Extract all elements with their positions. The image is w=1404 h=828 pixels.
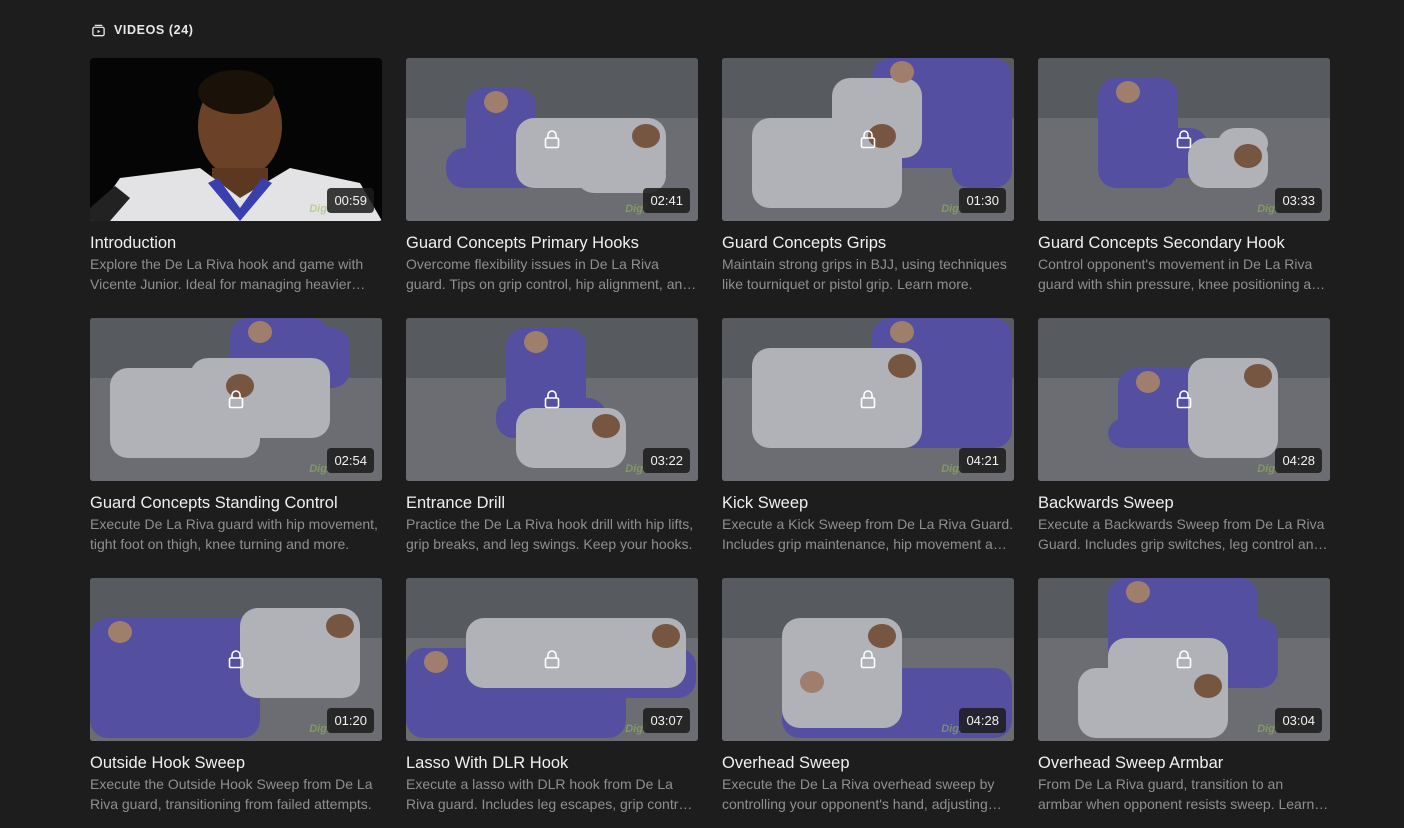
- lock-icon: [544, 130, 560, 149]
- video-title[interactable]: Overhead Sweep Armbar: [1038, 753, 1330, 773]
- video-title[interactable]: Introduction: [90, 233, 382, 253]
- video-thumbnail[interactable]: Digi 04:28: [722, 578, 1014, 741]
- video-card[interactable]: Digi 04:28 Overhead Sweep Execute the De La…: [722, 578, 1014, 828]
- video-title[interactable]: Overhead Sweep: [722, 753, 1014, 773]
- video-card[interactable]: Digi 04:21 Kick Sweep Execute a Kick Sweep …: [722, 318, 1014, 578]
- lock-icon: [860, 390, 876, 409]
- video-card[interactable]: Digi 01:30 Guard Concepts Grips Maintain st…: [722, 58, 1014, 318]
- video-library-icon: [92, 24, 105, 36]
- video-thumbnail[interactable]: Digi 04:28: [1038, 318, 1330, 481]
- video-title[interactable]: Kick Sweep: [722, 493, 1014, 513]
- video-card[interactable]: Digi 02:41 Guard Concepts Primary Hooks Ove…: [406, 58, 698, 318]
- video-description: From De La Riva guard, transition to an …: [1038, 776, 1315, 812]
- video-description: Maintain strong grips in BJJ, using tech…: [722, 256, 1007, 292]
- video-card[interactable]: Digi 02:54 Guard Concepts Standing Control…: [90, 318, 382, 578]
- video-card[interactable]: Digi 04:28 Backwards Sweep Execute a Backwa…: [1038, 318, 1330, 578]
- lock-icon: [860, 650, 876, 669]
- lock-icon: [228, 650, 244, 669]
- duration-badge: 03:33: [1275, 188, 1322, 213]
- duration-badge: 00:59: [327, 188, 374, 213]
- video-thumbnail[interactable]: Digi 03:04: [1038, 578, 1330, 741]
- duration-badge: 02:54: [327, 448, 374, 473]
- video-card[interactable]: Digi 03:33 Guard Concepts Secondary Hook Co…: [1038, 58, 1330, 318]
- video-library-page: VIDEOS (24) Digi 00:59 Introduction Explore…: [0, 0, 1404, 828]
- video-description: Execute a lasso with DLR hook from De La…: [406, 776, 690, 812]
- video-description: Execute the Outside Hook Sweep from De L…: [90, 776, 373, 812]
- video-title[interactable]: Guard Concepts Standing Control: [90, 493, 382, 513]
- duration-badge: 01:20: [327, 708, 374, 733]
- video-card[interactable]: Digi 03:22 Entrance Drill Practice the De L…: [406, 318, 698, 578]
- video-thumbnail[interactable]: Digi 00:59: [90, 58, 382, 221]
- duration-badge: 03:04: [1275, 708, 1322, 733]
- video-thumbnail[interactable]: Digi 03:33: [1038, 58, 1330, 221]
- video-card[interactable]: Digi 03:07 Lasso With DLR Hook Execute a la…: [406, 578, 698, 828]
- video-title[interactable]: Backwards Sweep: [1038, 493, 1330, 513]
- video-title[interactable]: Guard Concepts Primary Hooks: [406, 233, 698, 253]
- video-card[interactable]: Digi 03:04 Overhead Sweep Armbar From De La…: [1038, 578, 1330, 828]
- video-card[interactable]: Digi 00:59 Introduction Explore the De La R…: [90, 58, 382, 318]
- duration-badge: 03:22: [643, 448, 690, 473]
- lock-icon: [860, 130, 876, 149]
- video-thumbnail[interactable]: Digi 01:20: [90, 578, 382, 741]
- video-title[interactable]: Guard Concepts Secondary Hook: [1038, 233, 1330, 253]
- video-description: Execute a Backwards Sweep from De La Riv…: [1038, 516, 1325, 552]
- lock-icon: [1176, 650, 1192, 669]
- video-description: Practice the De La Riva hook drill with …: [406, 516, 694, 552]
- video-description: Control opponent's movement in De La Riv…: [1038, 256, 1327, 292]
- video-description: Explore the De La Riva hook and game wit…: [90, 256, 364, 292]
- duration-badge: 01:30: [959, 188, 1006, 213]
- video-description: Execute the De La Riva overhead sweep by…: [722, 776, 995, 812]
- videos-section-title: VIDEOS (24): [114, 23, 194, 37]
- video-thumbnail[interactable]: Digi 01:30: [722, 58, 1014, 221]
- video-title[interactable]: Outside Hook Sweep: [90, 753, 382, 773]
- video-description: Execute De La Riva guard with hip moveme…: [90, 516, 378, 552]
- video-title[interactable]: Guard Concepts Grips: [722, 233, 1014, 253]
- video-grid: Digi 00:59 Introduction Explore the De La R…: [90, 58, 1330, 828]
- video-description: Execute a Kick Sweep from De La Riva Gua…: [722, 516, 1014, 552]
- duration-badge: 02:41: [643, 188, 690, 213]
- video-title[interactable]: Entrance Drill: [406, 493, 698, 513]
- lock-icon: [544, 390, 560, 409]
- duration-badge: 04:28: [1275, 448, 1322, 473]
- duration-badge: 04:28: [959, 708, 1006, 733]
- duration-badge: 04:21: [959, 448, 1006, 473]
- lock-icon: [1176, 390, 1192, 409]
- duration-badge: 03:07: [643, 708, 690, 733]
- video-thumbnail[interactable]: Digi 03:07: [406, 578, 698, 741]
- video-thumbnail[interactable]: Digi 02:54: [90, 318, 382, 481]
- lock-icon: [544, 650, 560, 669]
- videos-section-header: VIDEOS (24): [91, 21, 194, 39]
- lock-icon: [1176, 130, 1192, 149]
- video-title[interactable]: Lasso With DLR Hook: [406, 753, 698, 773]
- video-thumbnail[interactable]: Digi 02:41: [406, 58, 698, 221]
- video-card[interactable]: Digi 01:20 Outside Hook Sweep Execute the O…: [90, 578, 382, 828]
- video-thumbnail[interactable]: Digi 03:22: [406, 318, 698, 481]
- video-thumbnail[interactable]: Digi 04:21: [722, 318, 1014, 481]
- video-description: Overcome flexibility issues in De La Riv…: [406, 256, 691, 292]
- lock-icon: [228, 390, 244, 409]
